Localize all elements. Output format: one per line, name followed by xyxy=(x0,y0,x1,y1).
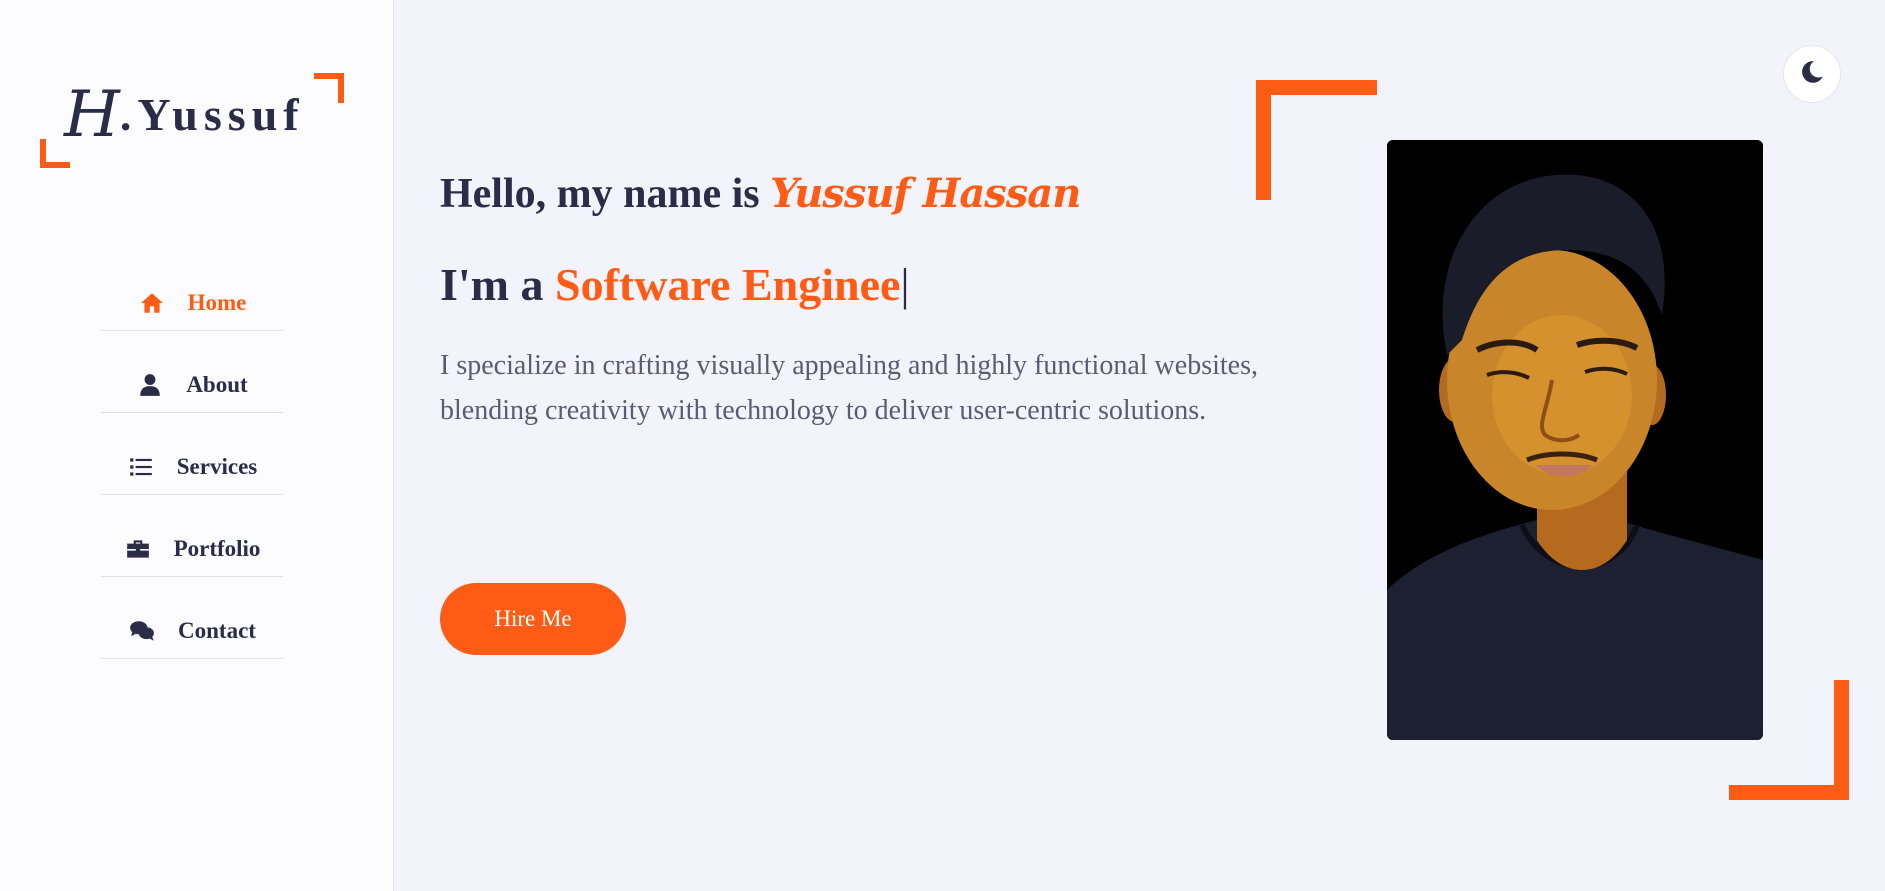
nav-item-label: Portfolio xyxy=(173,535,261,561)
hero-role-prefix: I'm a xyxy=(440,259,544,310)
nav-item-home[interactable]: Home xyxy=(101,275,283,331)
logo[interactable]: H.Yussuf xyxy=(40,73,345,168)
briefcase-icon xyxy=(124,535,152,563)
logo-corner-top-right xyxy=(314,73,344,103)
hero-greeting: Hello, my name is xyxy=(440,171,760,217)
frame-corner-top-left xyxy=(1256,80,1377,200)
hero-description: I specialize in crafting visually appeal… xyxy=(440,350,1258,426)
list-icon xyxy=(127,453,155,481)
logo-initial: H xyxy=(64,78,120,152)
hero-name: Yussuf Hassan xyxy=(770,170,1081,217)
moon-icon xyxy=(1799,59,1825,90)
sidebar-nav: Home About Services Portfolio Contact xyxy=(101,275,283,685)
logo-text: H.Yussuf xyxy=(64,83,305,147)
hire-me-button[interactable]: Hire Me xyxy=(440,583,626,655)
nav-item-about[interactable]: About xyxy=(101,357,283,413)
nav-item-label: Services xyxy=(176,453,258,479)
logo-name: .Yussuf xyxy=(119,89,305,140)
nav-item-label: Contact xyxy=(178,617,256,643)
home-icon xyxy=(138,289,166,317)
nav-item-label: About xyxy=(186,371,248,397)
nav-item-label: Home xyxy=(187,289,247,315)
nav-item-contact[interactable]: Contact xyxy=(101,603,283,659)
hero-role-text: Software Enginee xyxy=(555,259,901,310)
sidebar: H.Yussuf Home About Services Portfolio C… xyxy=(0,0,394,891)
comments-icon xyxy=(128,617,156,645)
hero-greeting-heading: Hello, my name is Yussuf Hassan xyxy=(440,170,1081,218)
typing-cursor: | xyxy=(900,259,910,310)
hero-role-heading: I'm a Software Enginee| xyxy=(440,258,910,311)
nav-item-services[interactable]: Services xyxy=(101,439,283,495)
profile-photo xyxy=(1387,140,1763,740)
nav-item-portfolio[interactable]: Portfolio xyxy=(101,521,283,577)
theme-toggle-button[interactable] xyxy=(1783,45,1841,103)
user-icon xyxy=(136,371,164,399)
